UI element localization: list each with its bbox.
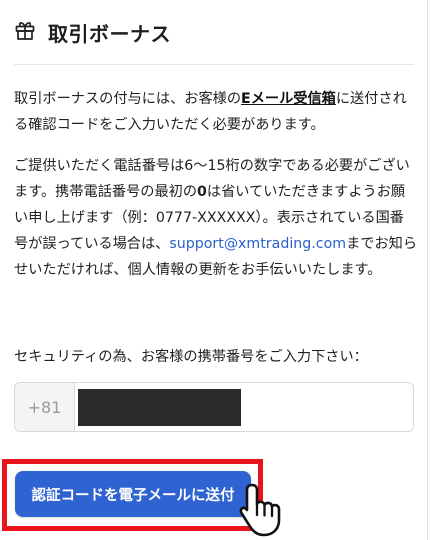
gift-icon bbox=[14, 19, 48, 45]
country-code: +81 bbox=[15, 383, 75, 431]
intro-text: 取引ボーナスの付与には、お客様のEメール受信箱に送付される確認コードをご入力いた… bbox=[14, 86, 418, 138]
intro-text-before: 取引ボーナスの付与には、お客様の bbox=[14, 91, 242, 107]
panel-header: 取引ボーナス bbox=[14, 12, 414, 52]
email-inbox-text: Eメール受信箱 bbox=[241, 91, 336, 107]
notice-zero: 0 bbox=[197, 184, 207, 200]
support-email-link[interactable]: support@xmtrading.com bbox=[169, 236, 346, 252]
bonus-panel: 取引ボーナス 取引ボーナスの付与には、お客様のEメール受信箱に送付される確認コー… bbox=[0, 0, 428, 540]
page-title: 取引ボーナス bbox=[48, 21, 171, 46]
divider bbox=[14, 64, 414, 65]
phone-label: セキュリティの為、お客様の携帯番号をご入力下さい： bbox=[14, 349, 368, 365]
phone-notice-text: ご提供いただく電話番号は6～15桁の数字である必要がございます。携帯電話番号の最… bbox=[14, 153, 418, 283]
redacted-phone-number bbox=[78, 389, 241, 426]
send-code-button[interactable]: 認証コードを電子メールに送付 bbox=[15, 471, 251, 517]
